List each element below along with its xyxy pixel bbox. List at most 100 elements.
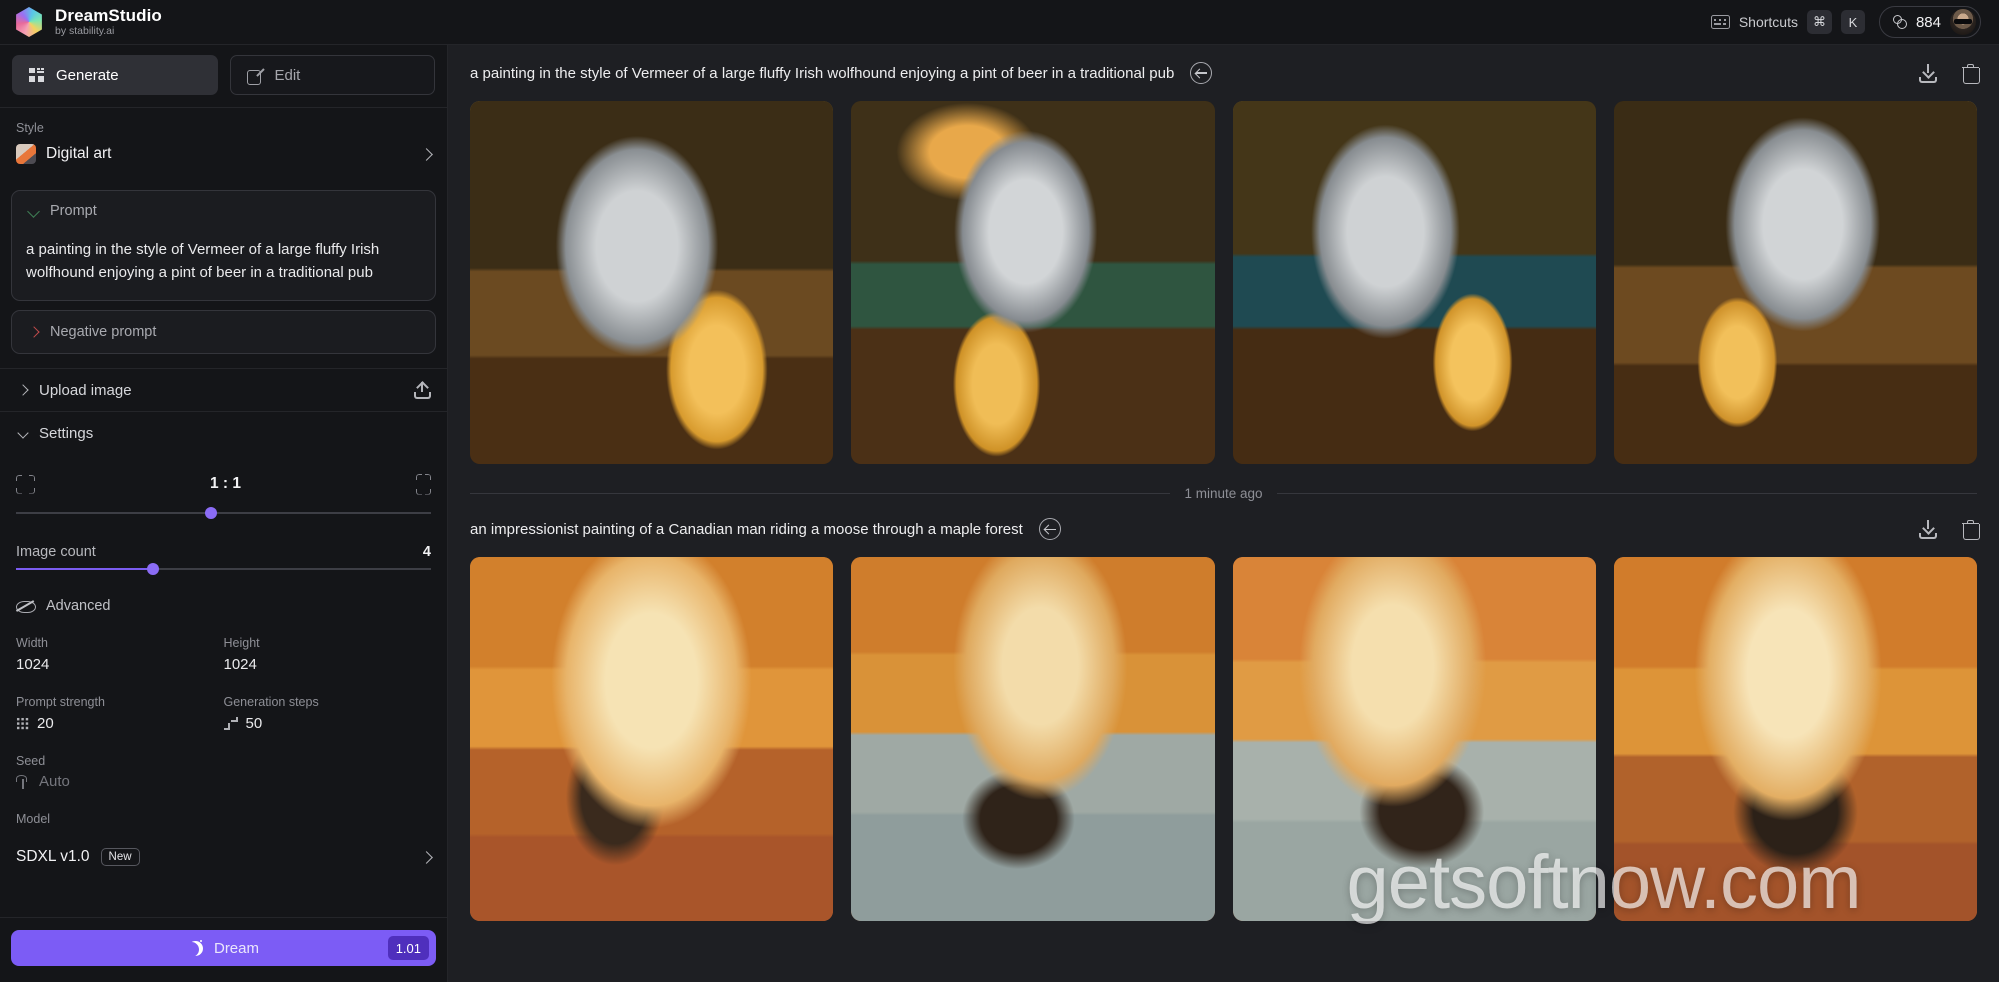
image-row xyxy=(448,557,1999,921)
steps-icon xyxy=(223,717,238,730)
slider-knob[interactable] xyxy=(205,507,218,519)
seedling-icon xyxy=(16,774,30,789)
grid-icon xyxy=(29,68,45,82)
image-count-label: Image count xyxy=(16,544,96,560)
avatar[interactable] xyxy=(1950,9,1976,35)
slider-track xyxy=(16,512,431,514)
chevron-right-icon xyxy=(17,384,29,396)
dreamstudio-app: DreamStudio by stability.ai Shortcuts ⌘ … xyxy=(0,0,1999,982)
reuse-prompt-icon[interactable] xyxy=(1038,518,1061,541)
generations-panel: a painting in the style of Vermeer of a … xyxy=(448,45,1999,982)
aspect-ratio-value: 1 : 1 xyxy=(209,475,241,492)
image-row xyxy=(448,101,1999,465)
prompt-input[interactable]: a painting in the style of Vermeer of a … xyxy=(26,239,421,284)
topbar-right-group: Shortcuts ⌘ K 884 xyxy=(1710,6,1981,38)
tab-edit-label: Edit xyxy=(274,66,301,84)
slider-fill xyxy=(16,568,153,570)
width-label: Width xyxy=(16,636,48,650)
divider-line-right xyxy=(1276,493,1977,495)
aspect-portrait-icon[interactable] xyxy=(416,473,431,495)
app-body: Generate Edit Style Digital art Prompt a… xyxy=(0,45,1999,982)
height-value[interactable]: 1024 xyxy=(224,656,432,673)
generated-image[interactable] xyxy=(470,101,834,465)
negative-prompt-card[interactable]: Negative prompt xyxy=(11,310,436,354)
trash-icon[interactable] xyxy=(1962,63,1980,84)
eye-off-icon xyxy=(16,599,36,613)
pencil-square-icon xyxy=(246,67,264,85)
style-value: Digital art xyxy=(46,145,112,162)
upload-image-row[interactable]: Upload image xyxy=(0,368,447,411)
settings-body: 1 : 1 Image count 4 Advanced Width Heigh… xyxy=(0,454,447,866)
generation-header: an impressionist painting of a Canadian … xyxy=(448,501,1999,557)
width-value[interactable]: 1024 xyxy=(16,656,224,673)
generated-image[interactable] xyxy=(1613,557,1977,921)
generated-image[interactable] xyxy=(1232,557,1596,921)
advanced-toggle[interactable]: Advanced xyxy=(16,598,431,614)
upload-icon[interactable] xyxy=(414,381,431,399)
generation-actions xyxy=(1919,519,1980,540)
top-bar: DreamStudio by stability.ai Shortcuts ⌘ … xyxy=(0,0,1999,45)
image-count-slider[interactable] xyxy=(16,562,431,576)
aspect-square-icon[interactable] xyxy=(16,474,35,494)
tab-generate-label: Generate xyxy=(56,66,119,84)
style-thumbnail-icon xyxy=(16,144,36,164)
tab-edit[interactable]: Edit xyxy=(229,55,435,95)
height-label: Height xyxy=(223,636,260,650)
seed-value: Auto xyxy=(39,773,70,790)
shortcuts-label: Shortcuts xyxy=(1738,14,1798,30)
slider-knob[interactable] xyxy=(146,563,159,575)
moon-icon xyxy=(188,941,203,956)
tab-generate[interactable]: Generate xyxy=(12,55,218,95)
generation-steps-value: 50 xyxy=(245,715,263,732)
reuse-prompt-icon[interactable] xyxy=(1190,62,1213,84)
credits-count: 884 xyxy=(1915,13,1941,31)
generated-image[interactable] xyxy=(851,101,1215,465)
timestamp-divider: 1 minute ago xyxy=(448,464,1999,501)
prompt-strength-field[interactable]: 20 xyxy=(16,715,224,732)
dream-label: Dream xyxy=(213,939,259,957)
advanced-label: Advanced xyxy=(46,598,111,614)
generation-steps-field[interactable]: 50 xyxy=(223,715,432,732)
download-icon[interactable] xyxy=(1919,63,1938,83)
divider-line-left xyxy=(470,493,1171,495)
aspect-ratio-row: 1 : 1 xyxy=(16,464,431,504)
aspect-ratio-slider[interactable] xyxy=(16,506,431,520)
dream-button[interactable]: Dream 1.01 xyxy=(11,930,436,966)
shortcuts-button[interactable]: Shortcuts ⌘ K xyxy=(1710,10,1865,34)
generated-image[interactable] xyxy=(851,557,1215,921)
prompt-card-header[interactable]: Prompt xyxy=(26,203,421,219)
model-label: Model xyxy=(16,812,51,826)
prompt-strength-value: 20 xyxy=(37,715,54,732)
seed-input[interactable]: Auto xyxy=(16,773,431,790)
generation-prompt: an impressionist painting of a Canadian … xyxy=(470,520,1023,538)
generation-prompt: a painting in the style of Vermeer of a … xyxy=(470,64,1175,82)
image-count-value: 4 xyxy=(422,544,431,560)
prompt-card[interactable]: Prompt a painting in the style of Vermee… xyxy=(11,190,436,301)
credits-button[interactable]: 884 xyxy=(1878,6,1981,38)
generation-header: a painting in the style of Vermeer of a … xyxy=(448,45,1999,101)
settings-row[interactable]: Settings xyxy=(0,411,447,454)
model-row[interactable]: SDXL v1.0 New xyxy=(16,848,433,866)
style-row[interactable]: Digital art xyxy=(16,144,433,164)
generated-image[interactable] xyxy=(1232,101,1596,465)
generated-image[interactable] xyxy=(470,557,834,921)
download-icon[interactable] xyxy=(1919,519,1938,539)
model-section: Model SDXL v1.0 New xyxy=(16,812,433,866)
chevron-right-icon xyxy=(420,850,433,864)
mode-tabs: Generate Edit xyxy=(0,45,447,107)
brand-text: DreamStudio by stability.ai xyxy=(55,6,162,38)
brand-logo-group[interactable]: DreamStudio by stability.ai xyxy=(14,6,162,38)
generation-actions xyxy=(1919,63,1980,84)
sidebar: Generate Edit Style Digital art Prompt a… xyxy=(0,45,448,982)
shortcut-key-cmd: ⌘ xyxy=(1806,10,1832,34)
upload-image-label: Upload image xyxy=(39,381,132,399)
timestamp-label: 1 minute ago xyxy=(1184,486,1263,502)
trash-icon[interactable] xyxy=(1962,519,1980,540)
dreamstudio-logo-icon xyxy=(16,6,42,37)
shortcut-key-k: K xyxy=(1840,10,1865,34)
dimensions-grid: Width Height 1024 1024 xyxy=(16,636,431,673)
generated-image[interactable] xyxy=(1613,101,1977,465)
style-section[interactable]: Style Digital art xyxy=(0,107,447,179)
dream-cost-badge: 1.01 xyxy=(387,936,429,960)
